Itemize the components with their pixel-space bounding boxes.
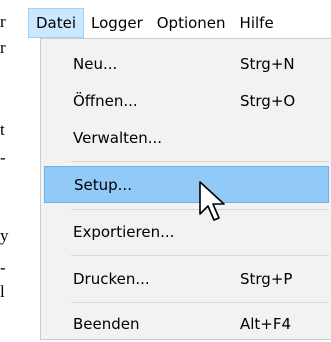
background-text-fragment: r [0, 12, 6, 31]
menu-bar: Datei Logger Optionen Hilfe [28, 8, 331, 38]
background-text-fragment: t [0, 120, 5, 139]
menu-item-exportieren[interactable]: Exportieren... [44, 213, 329, 250]
menu-item-beenden[interactable]: Beenden Alt+F4 [44, 305, 329, 342]
menu-item-label: Neu... [73, 54, 118, 73]
menu-item-shortcut: Strg+O [240, 91, 296, 110]
menu-item-neu[interactable]: Neu... Strg+N [44, 45, 329, 82]
menu-datei[interactable]: Datei [28, 8, 85, 38]
menu-item-oeffnen[interactable]: Öffnen... Strg+O [44, 82, 329, 119]
menu-optionen[interactable]: Optionen [150, 8, 233, 38]
background-text-fragment: l [0, 282, 5, 301]
background-text-fragment: y [0, 226, 9, 245]
menu-item-setup[interactable]: Setup... [44, 166, 329, 203]
menu-item-shortcut: Strg+N [240, 54, 295, 73]
menu-item-shortcut: Strg+P [240, 269, 293, 288]
menu-item-label: Drucken... [73, 269, 150, 288]
menu-item-verwalten[interactable]: Verwalten... [44, 119, 329, 156]
menu-item-label: Setup... [74, 175, 132, 194]
background-text-fragment: - [0, 148, 6, 167]
background-text-fragment: - [0, 258, 6, 277]
menu-hilfe[interactable]: Hilfe [233, 8, 281, 38]
background-text-fragment: r [0, 38, 6, 57]
menu-item-label: Beenden [73, 314, 140, 333]
menu-logger[interactable]: Logger [84, 8, 150, 38]
menu-item-label: Öffnen... [73, 91, 138, 110]
menu-item-shortcut: Alt+F4 [240, 314, 292, 333]
screenshot-page: r r t - y - l Datei Logger Optionen Hilf… [0, 0, 331, 342]
menu-item-label: Exportieren... [73, 222, 175, 241]
menu-item-label: Verwalten... [73, 128, 163, 147]
menu-item-drucken[interactable]: Drucken... Strg+P [44, 260, 329, 297]
menu-separator [71, 161, 329, 162]
mouse-pointer-icon [199, 181, 225, 221]
menu-separator [71, 302, 329, 303]
menu-separator [71, 255, 329, 256]
datei-dropdown-menu: Neu... Strg+N Öffnen... Strg+O Verwalten… [40, 38, 331, 340]
